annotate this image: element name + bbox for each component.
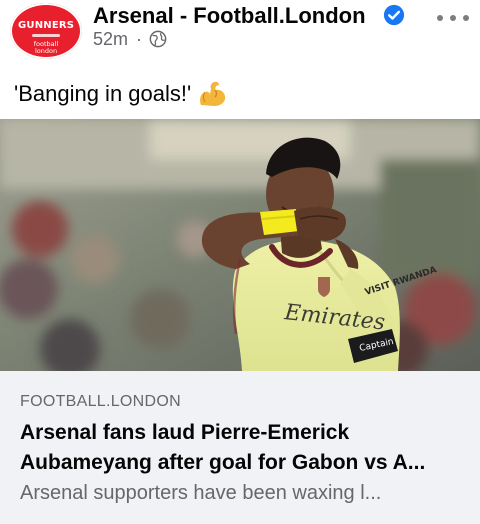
globe-icon[interactable] (149, 30, 167, 48)
post-timestamp[interactable]: 52m (93, 29, 128, 50)
link-domain: FOOTBALL.LONDON (20, 393, 181, 410)
page-avatar[interactable]: GUNNERS football london (10, 3, 82, 59)
post-meta: 52m · (93, 29, 167, 49)
link-title[interactable]: Arsenal fans laud Pierre-Emerick Aubamey… (20, 418, 468, 478)
post-photo[interactable]: Captain VISIT RWANDA Emirates (0, 119, 480, 371)
more-options-button[interactable] (437, 10, 469, 26)
footballer-photo: Captain VISIT RWANDA Emirates (0, 119, 480, 371)
avatar-sub-text-2: london (34, 47, 58, 55)
meta-separator: · (136, 28, 143, 49)
more-options-icon-dot (437, 15, 443, 21)
more-options-icon-dot (463, 15, 469, 21)
post-caption: 'Banging in goals!' (14, 80, 227, 108)
caption-text: 'Banging in goals!' (14, 81, 192, 106)
link-description: Arsenal supporters have been waxing l... (20, 482, 382, 504)
more-options-icon-dot (450, 15, 456, 21)
verified-badge-icon (383, 4, 405, 26)
page-name-link[interactable]: Arsenal - Football.London (93, 3, 366, 29)
cannon-icon (32, 34, 60, 37)
avatar-sub-text: football london (24, 41, 68, 55)
link-preview-card[interactable]: FOOTBALL.LONDON Arsenal fans laud Pierre… (0, 371, 480, 524)
flexed-biceps-emoji-icon (200, 81, 226, 106)
post-header: GUNNERS football london Arsenal - Footba… (0, 0, 480, 64)
avatar-badge-text: GUNNERS (18, 20, 75, 31)
